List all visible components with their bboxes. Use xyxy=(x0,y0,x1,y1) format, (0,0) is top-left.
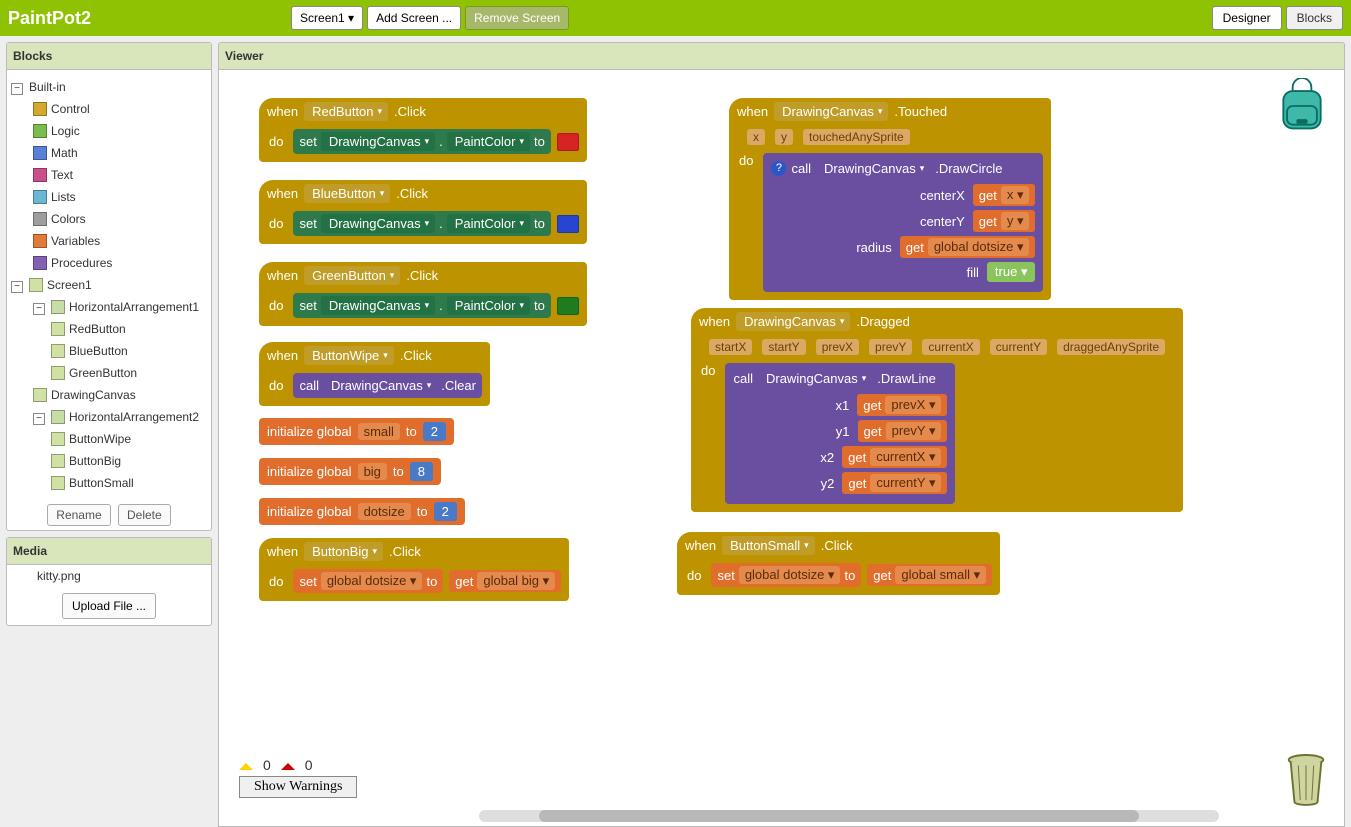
status-bar: 0 0 Show Warnings xyxy=(239,757,357,798)
block-init-small[interactable]: initialize global small to 2 xyxy=(259,418,454,445)
ha2-node[interactable]: −HorizontalArrangement2 xyxy=(11,406,207,428)
block-touched[interactable]: whenDrawingCanvas▾.Touched xytouchedAnyS… xyxy=(729,98,1051,300)
toggle-icon[interactable]: − xyxy=(33,303,45,315)
blocks-tab[interactable]: Blocks xyxy=(1286,6,1343,30)
backpack-icon[interactable] xyxy=(1274,78,1330,134)
warning-icon xyxy=(239,756,253,770)
media-header: Media xyxy=(7,538,211,565)
builtin-math[interactable]: Math xyxy=(11,142,207,164)
screen1-node[interactable]: −Screen1 xyxy=(11,274,207,296)
component-icon xyxy=(51,300,65,314)
drawingcanvas-node[interactable]: DrawingCanvas xyxy=(11,384,207,406)
designer-tab[interactable]: Designer xyxy=(1212,6,1282,30)
component-icon xyxy=(51,454,65,468)
block-buttonsmall-click[interactable]: whenButtonSmall▾.Click dosetglobal dotsi… xyxy=(677,532,1000,595)
buttonbig-node[interactable]: ButtonBig xyxy=(11,450,207,472)
ha1-node[interactable]: −HorizontalArrangement1 xyxy=(11,296,207,318)
toggle-icon[interactable]: − xyxy=(11,281,23,293)
component-icon xyxy=(51,344,65,358)
block-init-dotsize[interactable]: initialize global dotsize to 2 xyxy=(259,498,465,525)
blocks-panel: Blocks −Built-in Control Logic Math Text… xyxy=(6,42,212,531)
trash-icon[interactable] xyxy=(1282,752,1330,806)
screen-dropdown[interactable]: Screen1 ▾ xyxy=(291,6,363,30)
color-icon xyxy=(33,212,47,226)
color-icon xyxy=(33,190,47,204)
buttonwipe-node[interactable]: ButtonWipe xyxy=(11,428,207,450)
component-icon xyxy=(51,476,65,490)
toggle-icon[interactable]: − xyxy=(11,83,23,95)
color-swatch-blue xyxy=(557,215,579,233)
delete-button[interactable]: Delete xyxy=(118,504,171,526)
add-screen-button[interactable]: Add Screen ... xyxy=(367,6,461,30)
toggle-icon[interactable]: − xyxy=(33,413,45,425)
buttonsmall-node[interactable]: ButtonSmall xyxy=(11,472,207,494)
bluebutton-node[interactable]: BlueButton xyxy=(11,340,207,362)
app-title: PaintPot2 xyxy=(8,8,91,29)
rename-button[interactable]: Rename xyxy=(47,504,110,526)
builtin-control[interactable]: Control xyxy=(11,98,207,120)
component-icon xyxy=(33,388,47,402)
builtin-text[interactable]: Text xyxy=(11,164,207,186)
blocks-tree: −Built-in Control Logic Math Text Lists … xyxy=(7,70,211,500)
color-icon xyxy=(33,102,47,116)
redbutton-node[interactable]: RedButton xyxy=(11,318,207,340)
component-icon xyxy=(51,410,65,424)
component-icon xyxy=(51,366,65,380)
show-warnings-button[interactable]: Show Warnings xyxy=(239,776,357,798)
component-icon xyxy=(51,432,65,446)
component-icon xyxy=(29,278,43,292)
component-icon xyxy=(51,322,65,336)
builtin-node[interactable]: −Built-in xyxy=(11,76,207,98)
media-item[interactable]: kitty.png xyxy=(7,565,211,587)
color-icon xyxy=(33,168,47,182)
upload-button[interactable]: Upload File ... xyxy=(62,593,156,619)
left-column: Blocks −Built-in Control Logic Math Text… xyxy=(0,36,218,827)
blocks-panel-header: Blocks xyxy=(7,43,211,70)
greenbutton-node[interactable]: GreenButton xyxy=(11,362,207,384)
builtin-colors[interactable]: Colors xyxy=(11,208,207,230)
color-swatch-red xyxy=(557,133,579,151)
scrollbar-thumb[interactable] xyxy=(539,810,1139,822)
builtin-logic[interactable]: Logic xyxy=(11,120,207,142)
block-buttonwipe-click[interactable]: whenButtonWipe▾.Click docallDrawingCanva… xyxy=(259,342,490,406)
help-icon[interactable]: ? xyxy=(771,161,786,176)
right-column: Viewer whenRedButton▾.Click dosetDrawing… xyxy=(218,36,1351,827)
media-panel: Media kitty.png Upload File ... xyxy=(6,537,212,626)
block-bluebutton-click[interactable]: whenBlueButton▾.Click dosetDrawingCanvas… xyxy=(259,180,587,244)
call-drawcircle[interactable]: ?callDrawingCanvas▾.DrawCircle centerXge… xyxy=(763,153,1043,292)
block-redbutton-click[interactable]: whenRedButton▾.Click dosetDrawingCanvas▾… xyxy=(259,98,587,162)
horizontal-scrollbar[interactable] xyxy=(479,810,1219,822)
color-swatch-green xyxy=(557,297,579,315)
color-icon xyxy=(33,124,47,138)
color-icon xyxy=(33,234,47,248)
error-icon xyxy=(281,756,295,770)
block-buttonbig-click[interactable]: whenButtonBig▾.Click dosetglobal dotsize… xyxy=(259,538,569,601)
builtin-procedures[interactable]: Procedures xyxy=(11,252,207,274)
block-dragged[interactable]: whenDrawingCanvas▾.Dragged startXstartYp… xyxy=(691,308,1183,512)
blocks-canvas[interactable]: whenRedButton▾.Click dosetDrawingCanvas▾… xyxy=(218,69,1345,827)
viewer-header: Viewer xyxy=(218,42,1345,69)
color-icon xyxy=(33,256,47,270)
builtin-variables[interactable]: Variables xyxy=(11,230,207,252)
top-bar: PaintPot2 Screen1 ▾ Add Screen ... Remov… xyxy=(0,0,1351,36)
block-greenbutton-click[interactable]: whenGreenButton▾.Click dosetDrawingCanva… xyxy=(259,262,587,326)
call-drawline[interactable]: callDrawingCanvas▾.DrawLine x1getprevX ▾… xyxy=(725,363,955,504)
main-area: Blocks −Built-in Control Logic Math Text… xyxy=(0,36,1351,827)
block-init-big[interactable]: initialize global big to 8 xyxy=(259,458,441,485)
builtin-lists[interactable]: Lists xyxy=(11,186,207,208)
color-icon xyxy=(33,146,47,160)
remove-screen-button[interactable]: Remove Screen xyxy=(465,6,569,30)
